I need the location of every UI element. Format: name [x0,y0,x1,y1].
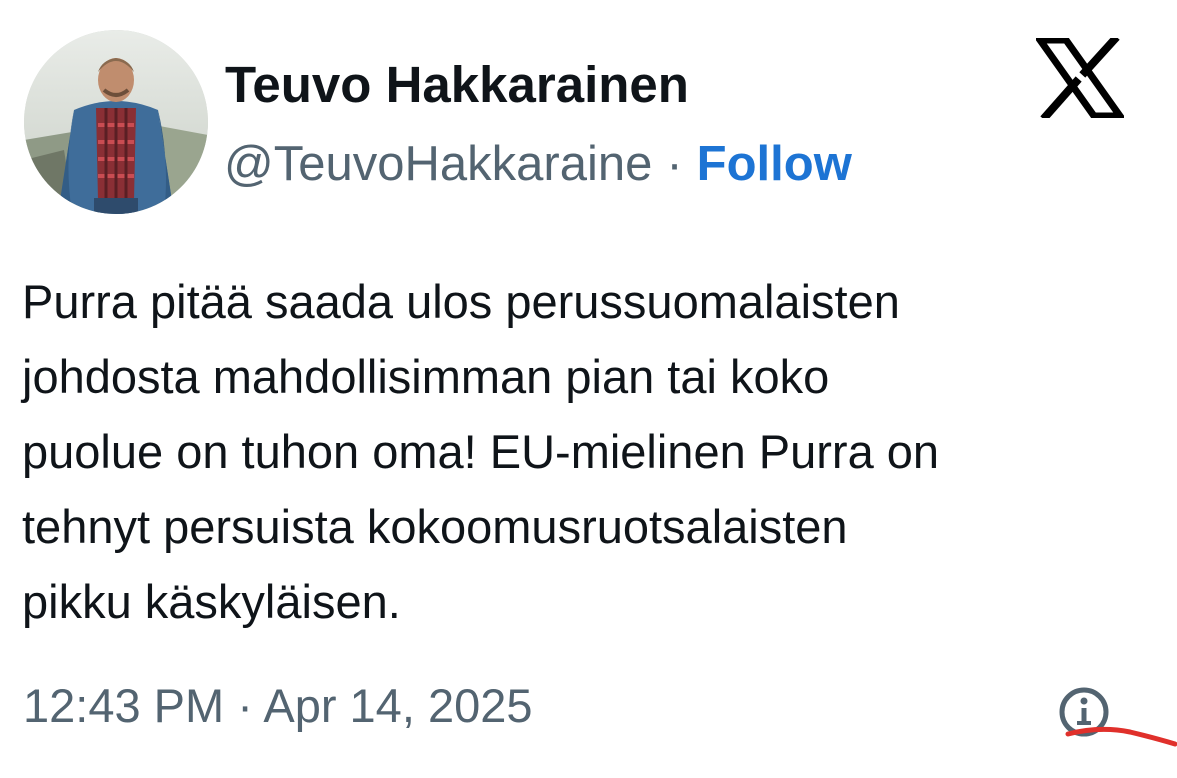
author-avatar[interactable] [24,30,208,214]
tweet-card: Teuvo Hakkarainen @TeuvoHakkaraine · Follo… [0,0,1177,778]
author-meta-row: @TeuvoHakkaraine · Follow [224,135,852,193]
author-display-name[interactable]: Teuvo Hakkarainen [225,55,689,115]
x-logo-icon[interactable] [1033,34,1127,122]
handle-separator: · [666,137,683,191]
tweet-timestamp[interactable]: 12:43 PM · Apr 14, 2025 [23,676,533,736]
tweet-text: Purra pitää saada ulos perussuomalaisten… [22,275,940,628]
follow-button[interactable]: Follow [697,137,852,191]
avatar-photo-icon [24,30,208,214]
author-handle[interactable]: @TeuvoHakkaraine [224,137,652,191]
red-annotation-stroke [1060,722,1177,762]
